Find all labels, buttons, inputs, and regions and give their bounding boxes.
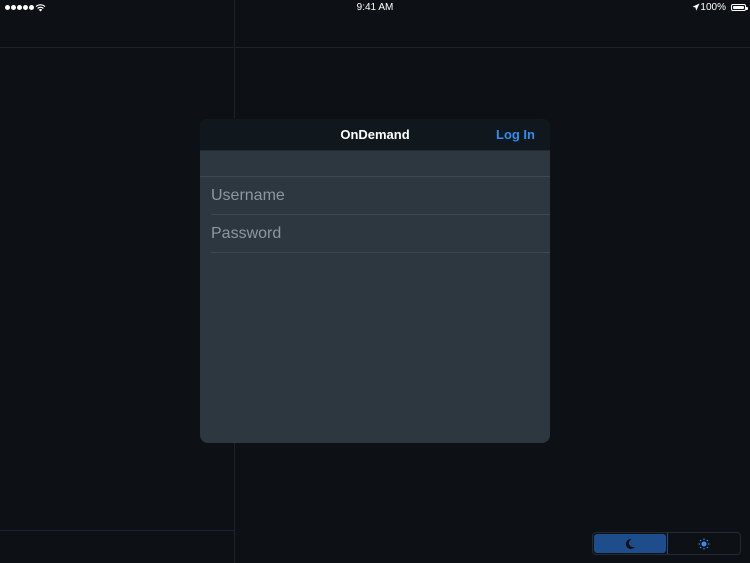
grid-divider-top xyxy=(0,47,750,48)
battery-percent: 100% xyxy=(700,2,726,13)
sun-icon xyxy=(698,538,710,549)
light-theme-button[interactable] xyxy=(667,533,740,554)
password-field[interactable]: Password xyxy=(211,215,550,252)
moon-icon xyxy=(625,538,635,549)
battery-icon xyxy=(731,4,748,11)
status-time: 9:41 AM xyxy=(356,2,394,13)
dialog-header: OnDemand Log In xyxy=(200,119,550,151)
username-field[interactable]: Username xyxy=(211,177,550,214)
login-button[interactable]: Log In xyxy=(496,127,535,142)
login-dialog: OnDemand Log In Username Password xyxy=(200,119,550,443)
field-divider xyxy=(211,252,550,253)
dark-theme-button[interactable] xyxy=(594,534,666,553)
grid-divider-bottom xyxy=(0,530,234,531)
location-arrow-icon xyxy=(692,3,700,11)
theme-toggle xyxy=(592,532,741,555)
status-bar: 9:41 AM 100% xyxy=(0,0,750,16)
